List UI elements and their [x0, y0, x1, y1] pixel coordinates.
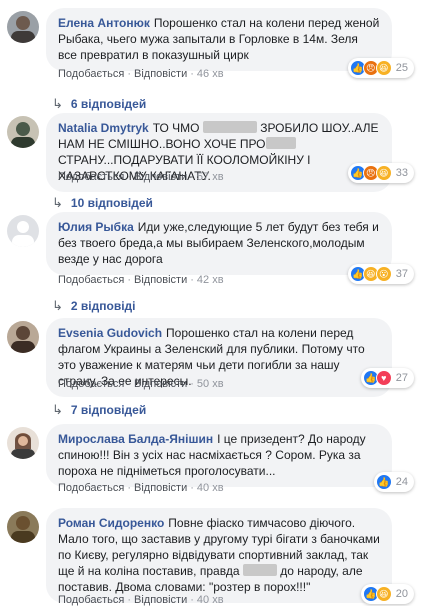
comment-actions: Подобається · Відповісти · 50 хв [58, 378, 224, 390]
comment-actions: Подобається · Відповісти · 42 хв [58, 274, 224, 286]
reactions-summary[interactable]: 👍 😆 20 [360, 584, 414, 604]
like-link[interactable]: Подобається [58, 482, 124, 494]
comment-author[interactable]: Natalia Dmytryk [58, 121, 149, 135]
reaction-count: 25 [395, 62, 408, 74]
comment-time[interactable]: 46 хв [197, 68, 224, 80]
reaction-count: 37 [395, 268, 408, 280]
view-replies-link[interactable]: ↳ 2 відповіді [52, 298, 135, 314]
haha-icon: 😆 [375, 165, 392, 181]
comment-time[interactable]: 57 хв [197, 171, 224, 183]
reply-arrow-icon: ↳ [52, 195, 63, 210]
avatar[interactable] [7, 321, 39, 353]
reply-link[interactable]: Відповісти [134, 171, 187, 183]
avatar[interactable] [7, 11, 39, 43]
love-icon: ♥ [375, 370, 392, 386]
redacted-text [202, 121, 257, 133]
reactions-summary[interactable]: 👍 😆 😮 37 [347, 264, 414, 284]
reactions-summary[interactable]: 👍 24 [373, 472, 414, 492]
reply-link[interactable]: Відповісти [134, 594, 187, 606]
haha-icon: 😆 [375, 60, 392, 76]
reply-link[interactable]: Відповісти [134, 68, 187, 80]
comment-bubble: Юлия Рыбка Иди уже,следующие 5 лет будут … [46, 212, 392, 275]
comment-actions: Подобається · Відповісти · 46 хв [58, 68, 224, 80]
view-replies-link[interactable]: ↳ 6 відповідей [52, 96, 146, 112]
avatar[interactable] [7, 116, 39, 148]
like-link[interactable]: Подобається [58, 378, 124, 390]
haha-icon: 😆 [375, 586, 392, 602]
view-replies-link[interactable]: ↳ 10 відповідей [52, 195, 153, 211]
comment-time[interactable]: 40 хв [197, 594, 224, 606]
redacted-text [265, 137, 296, 149]
comment-author[interactable]: Evsenia Gudovich [58, 326, 162, 340]
like-icon: 👍 [375, 474, 392, 490]
like-link[interactable]: Подобається [58, 171, 124, 183]
like-link[interactable]: Подобається [58, 274, 124, 286]
like-link[interactable]: Подобається [58, 68, 124, 80]
comment-author[interactable]: Роман Сидоренко [58, 516, 164, 530]
reaction-count: 20 [395, 588, 408, 600]
reply-link[interactable]: Відповісти [134, 378, 187, 390]
reply-arrow-icon: ↳ [52, 402, 63, 417]
reply-arrow-icon: ↳ [52, 96, 63, 111]
comment-time[interactable]: 42 хв [197, 274, 224, 286]
reply-arrow-icon: ↳ [52, 298, 63, 313]
comments-feed: Елена Антонюк Порошенко стал на колени пе… [0, 0, 424, 606]
comment-actions: Подобається · Відповісти · 40 хв [58, 482, 224, 494]
avatar[interactable] [7, 511, 39, 543]
redacted-text [242, 564, 277, 576]
avatar[interactable] [7, 215, 39, 247]
comment-actions: Подобається · Відповісти · 40 хв [58, 594, 224, 606]
comment-bubble: Роман Сидоренко Повне фіаско тимчасово ді… [46, 508, 392, 603]
comment-author[interactable]: Елена Антонюк [58, 16, 150, 30]
reactions-summary[interactable]: 👍 😠 😆 33 [347, 163, 414, 183]
comment-bubble: Елена Антонюк Порошенко стал на колени пе… [46, 8, 392, 71]
wow-icon: 😮 [375, 266, 392, 282]
reaction-count: 24 [395, 476, 408, 488]
reactions-summary[interactable]: 👍 ♥ 27 [360, 368, 414, 388]
reply-link[interactable]: Відповісти [134, 274, 187, 286]
comment-author[interactable]: Мирослава Балда-Янішин [58, 432, 213, 446]
comment-author[interactable]: Юлия Рыбка [58, 220, 134, 234]
comment-time[interactable]: 40 хв [197, 482, 224, 494]
avatar[interactable] [7, 427, 39, 459]
reply-link[interactable]: Відповісти [134, 482, 187, 494]
like-link[interactable]: Подобається [58, 594, 124, 606]
comment-bubble: Мирослава Балда-Янішин І це призедент? До… [46, 424, 392, 487]
comment-time[interactable]: 50 хв [197, 378, 224, 390]
reactions-summary[interactable]: 👍 😠 😆 25 [347, 58, 414, 78]
reaction-count: 27 [395, 372, 408, 384]
view-replies-link[interactable]: ↳ 7 відповідей [52, 402, 146, 418]
comment-actions: Подобається · Відповісти · 57 хв [58, 171, 224, 183]
reaction-count: 33 [395, 167, 408, 179]
